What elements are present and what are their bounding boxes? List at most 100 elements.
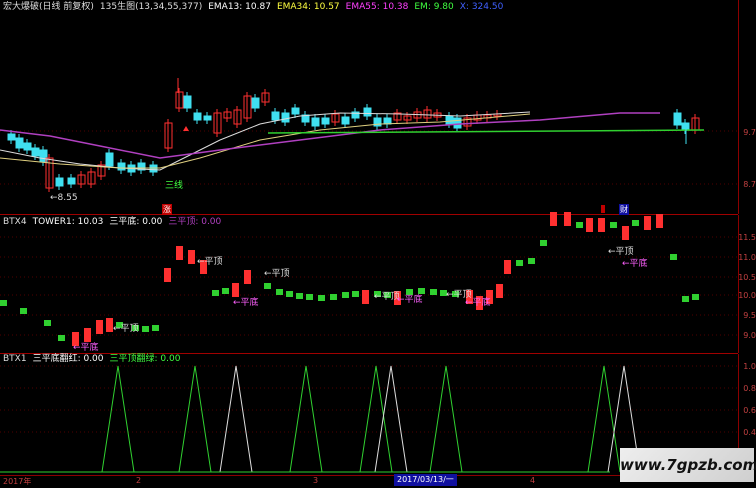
pingdi-marker: ←平底	[465, 298, 491, 308]
btx1-spike	[178, 365, 212, 473]
pingdi-text: 平底	[629, 259, 648, 269]
btx1-spike	[219, 365, 253, 473]
btx4-tick: 9.0	[743, 331, 756, 340]
sanxian-label: 三线	[165, 181, 184, 191]
btx4-step-bar	[58, 335, 65, 341]
candle-body	[291, 107, 300, 115]
candle-body	[383, 117, 392, 125]
btx4-step-bar	[176, 246, 183, 260]
btx4-step-bar	[188, 250, 195, 264]
btx4-step-bar	[44, 320, 51, 326]
candle-body	[55, 177, 64, 187]
pingding-marker: ←平顶	[113, 324, 139, 334]
pingdi-text: 平底	[80, 343, 99, 353]
btx4-step-bar	[682, 296, 689, 302]
btx4-step-bar	[430, 289, 437, 295]
candle-body	[453, 117, 462, 129]
btx4-step-bar	[164, 268, 171, 282]
btx4-step-bar	[622, 226, 629, 240]
candle-body	[203, 115, 212, 121]
btx4-tick: 10.5	[738, 273, 756, 282]
candle-body	[311, 117, 320, 127]
btx4-step-bar	[598, 218, 605, 232]
btx1-tick: 1.0	[743, 362, 756, 371]
em-line	[267, 129, 705, 134]
btx4-step-bar	[286, 291, 293, 297]
btx1-tick: 0.6	[743, 406, 756, 415]
btx4-tick: 11.5	[738, 233, 756, 242]
btx4-step-bar	[318, 295, 325, 301]
btx4-tick: 11.0	[738, 253, 756, 262]
candle-body	[7, 133, 16, 141]
up-arrow-marker	[183, 126, 189, 131]
btx4-step-bar	[540, 240, 547, 246]
pingdi-marker: ←平底	[73, 343, 99, 353]
main-axis: 9.7 8.7	[738, 0, 756, 214]
btx4-step-bar	[362, 290, 369, 304]
candle-body	[117, 162, 126, 171]
btx4-tick: 9.5	[743, 311, 756, 320]
candle-body	[251, 97, 260, 109]
rise-badge[interactable]: 涨	[162, 204, 172, 215]
candle-body	[363, 107, 372, 117]
btx4-step-bar	[504, 260, 511, 274]
candle-body	[321, 117, 330, 125]
btx4-step-bar	[576, 222, 583, 228]
pingdi-text: 平底	[404, 295, 423, 305]
main-tick: 8.7	[743, 180, 756, 189]
btx1-spike	[429, 365, 463, 473]
low-price-label: ←8.55	[50, 193, 78, 203]
finance-badge[interactable]: 财	[619, 204, 629, 215]
btx4-step-bar	[528, 258, 535, 264]
candle-body	[31, 147, 40, 157]
chart-canvas	[0, 78, 738, 473]
pingding-text: 平顶	[120, 324, 139, 334]
btx4-step-bar	[276, 289, 283, 295]
btx4-step-bar	[564, 212, 571, 226]
candle-body	[15, 137, 24, 149]
pingdi-text: 平底	[472, 298, 491, 308]
btx4-step-bar	[342, 292, 349, 298]
btx4-step-bar	[264, 283, 271, 289]
candle-body	[673, 112, 682, 126]
btx4-step-bar	[516, 260, 523, 266]
btx1-tick: 0.8	[743, 384, 756, 393]
candle-body	[193, 112, 202, 121]
btx4-step-bar	[244, 270, 251, 284]
btx4-step-bar	[610, 222, 617, 228]
btx4-step-bar	[692, 294, 699, 300]
candle-body	[67, 177, 76, 185]
candle-body	[105, 152, 114, 167]
watermark: www.7gpzb.com	[620, 448, 756, 482]
pingdi-marker: ←平底	[397, 295, 423, 305]
timeline-year: 2017年	[3, 477, 32, 486]
btx1-spike	[374, 365, 408, 473]
btx1-spike	[587, 365, 621, 473]
low-price-value: 8.55	[57, 193, 78, 203]
btx4-axis: 11.5 11.0 10.5 10.0 9.5 9.0	[738, 215, 756, 353]
timeline-month-4: 4	[530, 476, 536, 485]
btx4-tick: 10.0	[738, 291, 756, 300]
pingdi-marker: ←平底	[233, 298, 259, 308]
btx4-step-bar	[656, 214, 663, 228]
candle-body	[445, 115, 454, 125]
btx4-step-bar	[586, 218, 593, 232]
main-tick: 9.7	[743, 128, 756, 137]
btx4-step-bar	[106, 318, 113, 332]
btx1-tick: 0.4	[743, 428, 756, 437]
timeline-month-3: 3	[313, 476, 319, 485]
candle-body	[281, 112, 290, 123]
candle-body	[23, 142, 32, 151]
cursor-date-label: 2017/03/13/一	[394, 474, 457, 486]
pingding-text: 平顶	[204, 257, 223, 267]
btx4-step-bar	[152, 325, 159, 331]
btx1-spike	[359, 365, 393, 473]
btx4-step-bar	[670, 254, 677, 260]
candle-body	[341, 116, 350, 125]
timeline-month-2: 2	[136, 476, 142, 485]
btx4-step-bar	[96, 320, 103, 334]
btx4-step-bar	[330, 294, 337, 300]
btx4-step-bar	[212, 290, 219, 296]
btx4-step-bar	[0, 300, 7, 306]
pingdi-text: 平底	[240, 298, 259, 308]
